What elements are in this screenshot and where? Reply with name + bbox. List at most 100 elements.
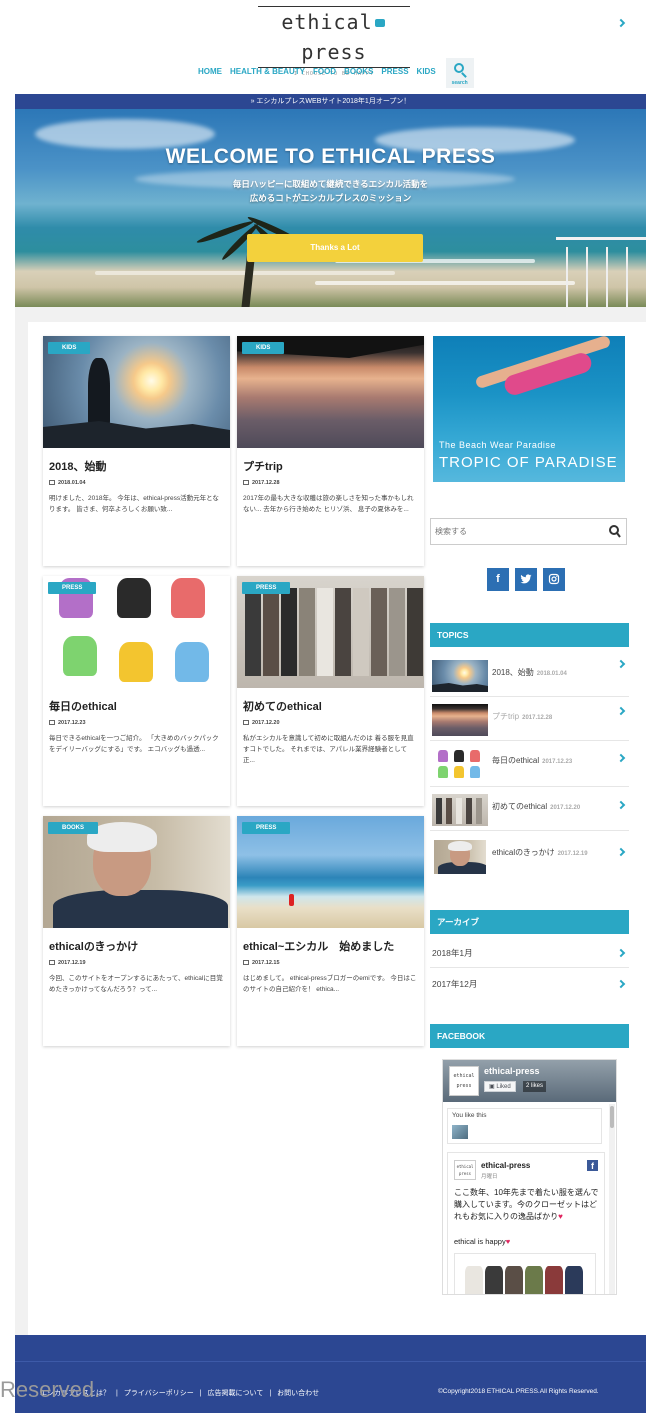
- calendar-icon: [243, 720, 249, 725]
- post-title[interactable]: プチtrip: [243, 458, 283, 474]
- banner-line-1: The Beach Wear Paradise: [439, 440, 556, 450]
- sidebar-search-input[interactable]: [431, 519, 601, 544]
- post-card[interactable]: PRESS ethical~エシカル 始めました 2017.12.15 はじめま…: [237, 816, 424, 1046]
- category-badge[interactable]: KIDS: [242, 342, 285, 354]
- footer-copyright: ©Copyright2018 ETHICAL PRESS.All Rights …: [438, 1388, 599, 1395]
- post-excerpt: 2017年の最も大きな収穫は旅の楽しさを知った事かもしれない... 去年から行き…: [243, 495, 414, 513]
- topic-thumbnail[interactable]: [434, 840, 486, 874]
- category-badge[interactable]: KIDS: [48, 342, 91, 354]
- twitter-icon[interactable]: [515, 568, 537, 591]
- topic-thumbnail[interactable]: [432, 660, 488, 692]
- search-icon: [609, 525, 621, 538]
- search-icon: [453, 62, 467, 80]
- post-date: 2017.12.15: [243, 960, 280, 966]
- topic-date: 2017.12.20: [550, 805, 581, 811]
- post-date: 2018.01.04: [49, 480, 86, 486]
- footer-separator: |: [199, 1390, 202, 1397]
- calendar-icon: [243, 480, 249, 485]
- post-title[interactable]: 2018、始動: [49, 458, 106, 474]
- post-date: 2017.12.28: [243, 480, 280, 486]
- post-title[interactable]: ethical~エシカル 始めました: [243, 938, 394, 954]
- archive-label[interactable]: 2017年12月: [432, 978, 477, 990]
- post-card[interactable]: KIDS プチtrip 2017.12.28 2017年の最も大きな収穫は旅の楽…: [237, 336, 424, 566]
- thanks-a-lot-button[interactable]: Thanks a Lot: [247, 234, 423, 262]
- nav-item-kids[interactable]: KIDS: [417, 60, 436, 84]
- post-card[interactable]: PRESS 毎日のethical 2017.12.23 毎日できるethical…: [43, 576, 230, 806]
- announcement-text: » エシカルプレスWEBサイト2018年1月オープン！: [250, 98, 411, 105]
- topic-thumbnail[interactable]: [432, 794, 488, 826]
- post-title[interactable]: 毎日のethical: [49, 698, 117, 714]
- tropic-of-paradise-banner[interactable]: The Beach Wear Paradise TROPIC OF PARADI…: [433, 336, 625, 482]
- facebook-post-day: 月曜日: [481, 1174, 498, 1180]
- footer-link-privacy[interactable]: プライバシーポリシー: [124, 1390, 194, 1397]
- facebook-avatar[interactable]: [452, 1125, 468, 1139]
- footer-separator: |: [269, 1390, 272, 1397]
- topic-date: 2017.12.23: [542, 759, 573, 765]
- facebook-post-logo[interactable]: ethical press: [454, 1160, 476, 1180]
- heart-icon: ♥: [558, 1212, 563, 1221]
- calendar-icon: [243, 960, 249, 965]
- nav-item-health-beauty[interactable]: HEALTH & BEAUTY: [230, 60, 305, 84]
- archive-item[interactable]: 2017年12月: [430, 968, 629, 999]
- post-card[interactable]: KIDS 2018、始動 2018.01.04 明けました、2018年。 今年は…: [43, 336, 230, 566]
- facebook-post-author[interactable]: ethical-press: [481, 1161, 530, 1170]
- topic-item[interactable]: 毎日のethical 2017.12.23: [430, 741, 629, 787]
- topic-title[interactable]: 毎日のethical 2017.12.23: [492, 755, 572, 766]
- post-title[interactable]: ethicalのきっかけ: [49, 938, 138, 954]
- post-excerpt: 今回、このサイトをオープンするにあたって、ethicalに目覚めたきっかけってな…: [49, 975, 223, 993]
- hero-subtitle: 毎日ハッピーに取組めて継続できるエシカル活動を 広めるコトがエシカルプレスのミッ…: [15, 177, 646, 205]
- facebook-post-tagline: ethical is happy♥: [454, 1237, 511, 1246]
- facebook-scrollbar[interactable]: [609, 1104, 615, 1294]
- category-badge[interactable]: BOOKS: [48, 822, 99, 834]
- topic-date: 2017.12.28: [522, 715, 553, 721]
- category-badge[interactable]: PRESS: [242, 582, 291, 594]
- topic-date: 2018.01.04: [536, 671, 567, 677]
- nav-search-button[interactable]: search: [445, 58, 474, 88]
- nav-item-home[interactable]: HOME: [198, 60, 222, 84]
- logo-word-ethical: ethical: [281, 10, 373, 34]
- archive-item[interactable]: 2018年1月: [430, 937, 629, 968]
- topic-item[interactable]: 2018、始動 2018.01.04: [430, 18, 629, 697]
- footer-link-contact[interactable]: お問い合わせ: [277, 1390, 319, 1397]
- topic-thumbnail[interactable]: [432, 748, 488, 780]
- nav-item-press[interactable]: PRESS: [381, 60, 408, 84]
- footer-link-advertising[interactable]: 広告掲載について: [208, 1390, 264, 1397]
- sidebar-search-button[interactable]: [608, 524, 622, 539]
- hero-section: WELCOME TO ETHICAL PRESS 毎日ハッピーに取組めて継続でき…: [15, 109, 646, 307]
- facebook-f-icon[interactable]: f: [587, 1160, 598, 1171]
- post-title[interactable]: 初めてのethical: [243, 698, 322, 714]
- topic-item[interactable]: 初めてのethical 2017.12.20: [430, 787, 629, 831]
- topic-item[interactable]: プチtrip 2017.12.28: [430, 697, 629, 741]
- archive-label[interactable]: 2018年1月: [432, 947, 473, 959]
- facebook-page-logo[interactable]: ethical press: [449, 1066, 479, 1096]
- category-badge[interactable]: PRESS: [48, 582, 97, 594]
- topic-title[interactable]: 初めてのethical 2017.12.20: [492, 801, 580, 812]
- hero-subtitle-line-1: 毎日ハッピーに取組めて継続できるエシカル活動を: [232, 179, 429, 189]
- calendar-icon: [49, 720, 55, 725]
- post-card[interactable]: BOOKS ethicalのきっかけ 2017.12.19 今回、このサイトをオ…: [43, 816, 230, 1046]
- topic-title[interactable]: 2018、始動 2018.01.04: [492, 667, 567, 678]
- nav-item-food[interactable]: FOOD: [313, 60, 336, 84]
- post-excerpt: 私がエシカルを意識して初めに取組んだのは 着る服を見直すコトでした。 それまでは…: [243, 735, 414, 764]
- topic-thumbnail[interactable]: [432, 704, 488, 736]
- facebook-liked-button[interactable]: ▣ Liked: [484, 1081, 516, 1092]
- facebook-page-name[interactable]: ethical-press: [484, 1066, 540, 1076]
- facebook-widget-title: FACEBOOK: [430, 1024, 629, 1048]
- post-card[interactable]: PRESS 初めてのethical 2017.12.20 私がエシカルを意識して…: [237, 576, 424, 806]
- category-badge[interactable]: PRESS: [242, 822, 291, 834]
- announcement-bar[interactable]: » エシカルプレスWEBサイト2018年1月オープン！: [15, 94, 646, 109]
- site-header: ethicalpress I CHOOSE TO BE HAPPY HOME H…: [0, 0, 646, 94]
- sidebar-search: [430, 518, 627, 545]
- facebook-icon[interactable]: f: [487, 568, 509, 591]
- topic-item[interactable]: ethicalのきっかけ 2017.12.19: [430, 833, 629, 883]
- post-excerpt: 明けました、2018年。 今年は、ethical-press活動元年となります。…: [49, 495, 219, 513]
- topic-title[interactable]: ethicalのきっかけ 2017.12.19: [492, 847, 588, 858]
- facebook-page-plugin: ethical press ethical-press ▣ Liked 2 li…: [442, 1059, 617, 1295]
- facebook-you-like-text: You like this: [452, 1112, 487, 1119]
- facebook-likes-count: 2 likes: [523, 1081, 547, 1092]
- facebook-post-image[interactable]: [454, 1253, 596, 1294]
- instagram-icon[interactable]: [543, 568, 565, 591]
- boardwalk-railing-image: [556, 237, 646, 307]
- nav-item-books[interactable]: BOOKS: [344, 60, 373, 84]
- topic-title[interactable]: プチtrip 2017.12.28: [492, 711, 552, 722]
